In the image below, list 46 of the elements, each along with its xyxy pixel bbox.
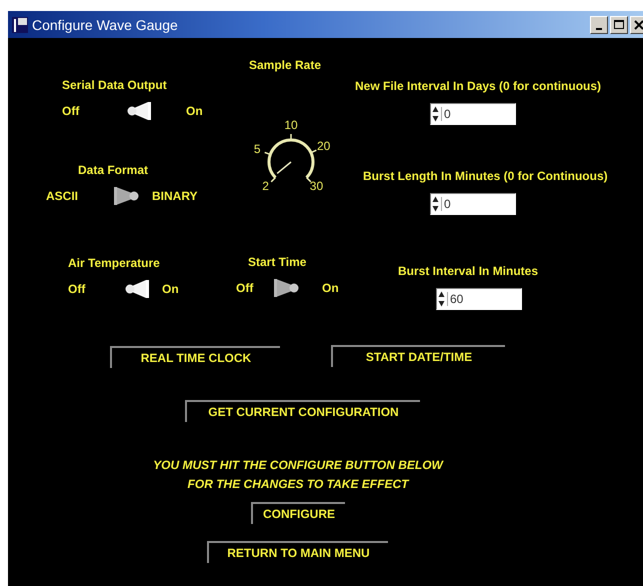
field-label: Burst Interval In Minutes <box>398 264 538 278</box>
knob-tick-label: 20 <box>316 138 332 153</box>
number-field[interactable]: 0 <box>430 193 516 215</box>
maximize-button[interactable] <box>610 16 628 34</box>
on-label: On <box>186 104 203 118</box>
toggle-label: Air Temperature <box>68 256 160 270</box>
close-button[interactable] <box>630 16 643 34</box>
knob-label: Sample Rate <box>249 58 322 72</box>
number-field[interactable]: 0 <box>430 103 516 125</box>
toggle-label: Serial Data Output <box>62 78 167 92</box>
number-field[interactable]: 60 <box>436 288 522 310</box>
toggle-switch[interactable] <box>124 278 152 300</box>
knob-tick-label: 2 <box>261 179 270 194</box>
off-label: Off <box>68 282 86 296</box>
on-label: On <box>322 281 339 295</box>
knob-tick-label: 30 <box>308 179 324 194</box>
field-label: Burst Length In Minutes (0 for Continuous) <box>363 169 608 183</box>
minimize-button[interactable] <box>590 16 608 34</box>
off-label: Off <box>236 281 254 295</box>
minimize-icon <box>596 28 602 30</box>
knob-tick-label: 10 <box>283 118 299 132</box>
spinner-icon[interactable] <box>432 195 439 213</box>
toggle-switch[interactable] <box>272 277 300 299</box>
maximize-icon <box>614 20 624 30</box>
close-icon <box>634 20 643 30</box>
off-label: Off <box>62 104 80 118</box>
panel-button[interactable]: START DATE/TIME <box>331 345 505 367</box>
on-label: BINARY <box>152 189 198 203</box>
spinner-icon[interactable] <box>438 290 445 308</box>
panel-button[interactable]: CONFIGURE <box>251 502 345 524</box>
knob-tick-label: 5 <box>252 142 262 156</box>
toggle-switch[interactable] <box>112 185 140 207</box>
toggle-label: Start Time <box>248 255 306 269</box>
notice-text: YOU MUST HIT THE CONFIGURE BUTTON BELOW FOR THE CHANGES TO TAKE EFFECT <box>152 457 444 493</box>
on-label: On <box>162 282 179 296</box>
toggle-switch[interactable] <box>126 100 154 122</box>
panel-button[interactable]: GET CURRENT CONFIGURATION <box>185 400 420 422</box>
spinner-icon[interactable] <box>432 105 439 123</box>
field-label: New File Interval In Days (0 for continuous) <box>355 79 602 93</box>
window-title: Configure Wave Gauge <box>32 16 179 32</box>
off-label: ASCII <box>46 189 78 203</box>
panel-button[interactable]: RETURN TO MAIN MENU <box>207 541 388 563</box>
rotary-knob[interactable] <box>264 134 317 182</box>
toggle-label: Data Format <box>78 163 148 177</box>
panel-button[interactable]: REAL TIME CLOCK <box>110 346 280 368</box>
app-icon <box>12 16 28 32</box>
